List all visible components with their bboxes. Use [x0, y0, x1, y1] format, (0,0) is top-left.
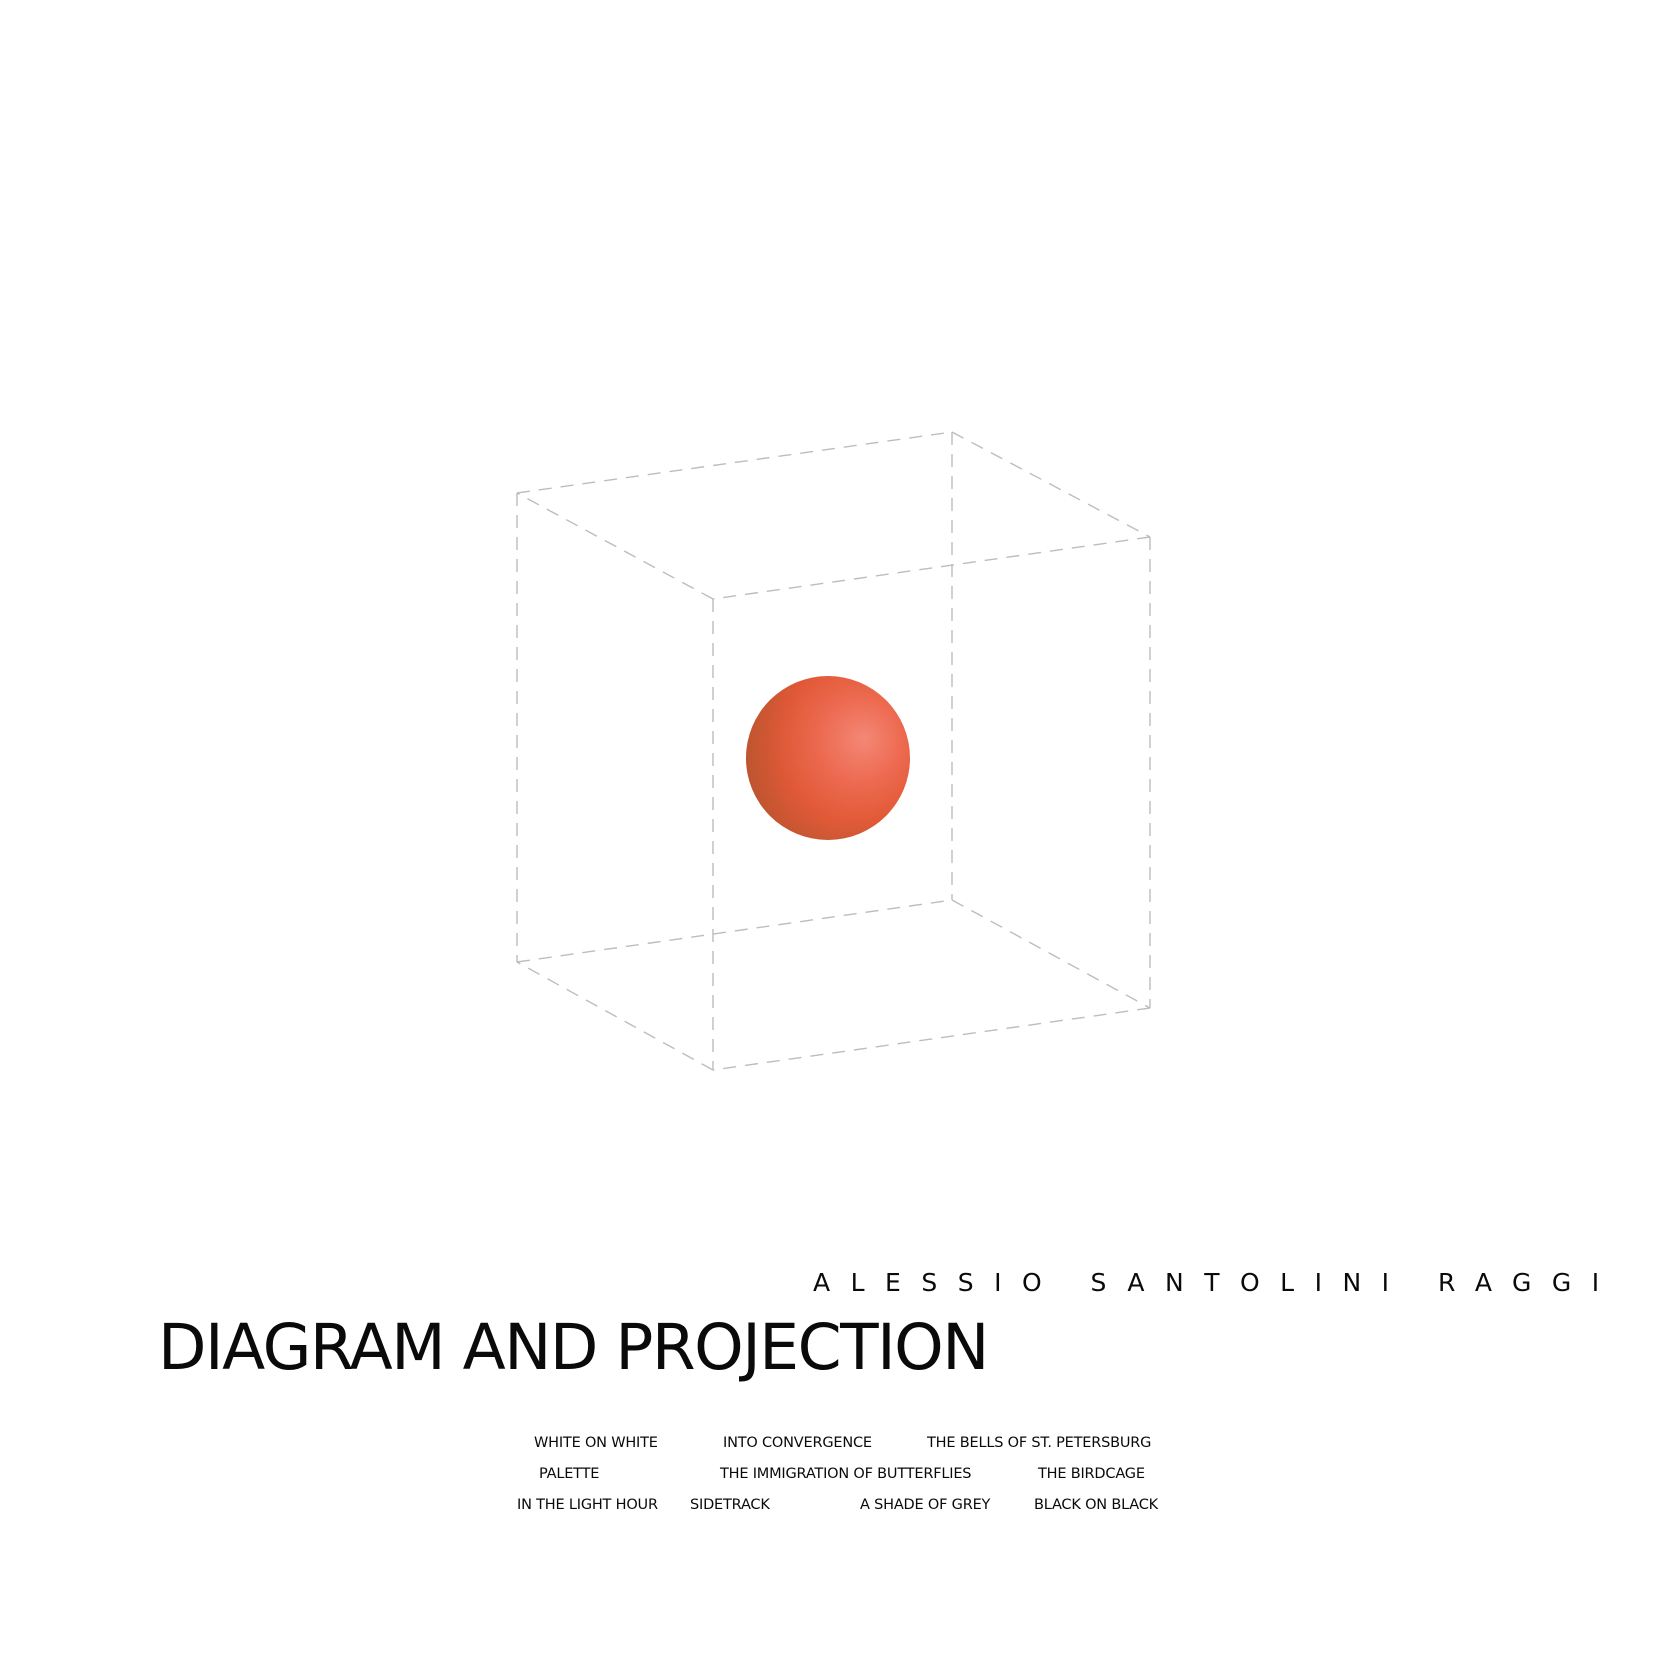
track-item: THE BIRDCAGE: [1038, 1466, 1145, 1482]
cover-artwork: [516, 431, 1151, 1071]
track-item: BLACK ON BLACK: [1034, 1497, 1158, 1513]
track-item: INTO CONVERGENCE: [723, 1435, 872, 1451]
cube-edge: [712, 536, 1151, 600]
cube-edge: [951, 431, 1151, 538]
cube-edge: [516, 492, 714, 600]
cube-edge: [516, 961, 714, 1071]
track-item: THE IMMIGRATION OF BUTTERFLIES: [720, 1466, 972, 1482]
cube-edge: [712, 1007, 1151, 1071]
track-item: PALETTE: [539, 1466, 600, 1482]
cube-edge: [951, 899, 1151, 1009]
track-item: IN THE LIGHT HOUR: [517, 1497, 658, 1513]
sphere: [746, 676, 910, 840]
artist-name: ALESSIO SANTOLINI RAGGI: [813, 1268, 1620, 1297]
track-item: THE BELLS OF ST. PETERSBURG: [927, 1435, 1152, 1451]
cube-edge: [516, 431, 953, 494]
track-item: WHITE ON WHITE: [534, 1435, 658, 1451]
album-title: DIAGRAM AND PROJECTION: [158, 1311, 989, 1384]
track-item: SIDETRACK: [690, 1497, 770, 1513]
cube-edge: [516, 899, 953, 963]
track-item: A SHADE OF GREY: [860, 1497, 991, 1513]
